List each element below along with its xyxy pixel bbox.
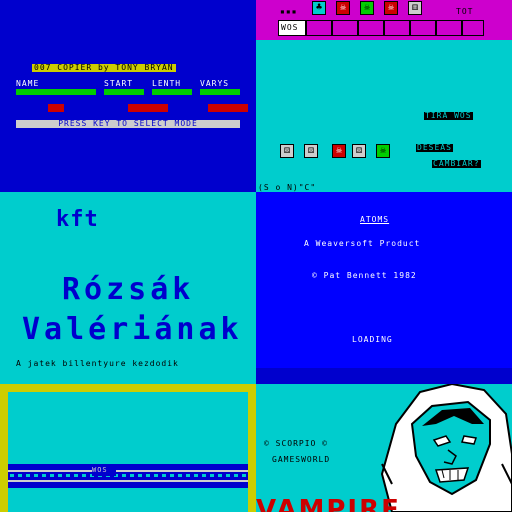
title-line-2: Valériának [22, 312, 243, 347]
red-marker [48, 104, 64, 112]
deseas-label: DESEAS [416, 143, 453, 152]
loader-screen: WOS [0, 384, 256, 512]
stripe-dot [178, 474, 182, 477]
stripe-dot [218, 474, 222, 477]
publisher-line: © SCORPIO © [264, 439, 328, 448]
score-cell [306, 20, 332, 36]
stripe-dot [66, 474, 70, 477]
select-mode-prompt[interactable]: PRESS KEY TO SELECT MODE [16, 120, 240, 128]
stripe-dot [10, 474, 14, 477]
red-marker [128, 104, 168, 112]
vampire-logo: VAMPIRE [256, 495, 401, 512]
stripe-dot [42, 474, 46, 477]
score-cell [358, 20, 384, 36]
skull-die-icon: ☠ [384, 1, 398, 15]
loader-inner [8, 392, 248, 512]
stripe-label: WOS [92, 466, 108, 474]
start-field-bar [104, 89, 144, 95]
score-cell [462, 20, 484, 36]
stripe-dot [130, 474, 134, 477]
stripe-dot [146, 474, 150, 477]
bottom-border-strip [256, 368, 512, 384]
five-die-icon[interactable]: ⚄ [304, 144, 318, 158]
five-die-icon[interactable]: ⚄ [280, 144, 294, 158]
answer-prompt[interactable]: (S o N)"C" [258, 184, 316, 192]
score-cell [384, 20, 410, 36]
copier-title: 007 COPIER by TONY BRYAN [32, 63, 176, 72]
skull-die-icon: ☠ [360, 1, 374, 15]
stripe-dot [74, 474, 78, 477]
varys-field-bar [200, 89, 240, 95]
name-field-bar [16, 89, 96, 95]
wos-row-label: WOS [278, 20, 306, 36]
stripe-dot [226, 474, 230, 477]
red-marker [208, 104, 248, 112]
score-cell [436, 20, 462, 36]
copier-screen: 007 COPIER by TONY BRYAN NAME START LENT… [0, 0, 256, 192]
atoms-loading-screen: ATOMS A Weaversoft Product © Pat Bennett… [256, 192, 512, 384]
cambiar-label: CAMBIAR? [432, 159, 481, 168]
kft-logo: kft [56, 207, 99, 232]
stripe-dot [138, 474, 142, 477]
score-header: ▪▪▪ ♣ ☠ ☠ ☠ ⚅ TOT WOS [256, 0, 512, 40]
header-varys: VARYS [200, 79, 230, 88]
stripe-dot [202, 474, 206, 477]
loading-stripe [8, 464, 248, 488]
stripe-dot [162, 474, 166, 477]
lenth-field-bar [152, 89, 192, 95]
stripe-dot [210, 474, 214, 477]
stripe-dot [82, 474, 86, 477]
stripe-dot [242, 474, 246, 477]
skull-die-icon[interactable]: ☠ [332, 144, 346, 158]
header-name: NAME [16, 79, 40, 88]
copyright-line: © Pat Bennett 1982 [312, 271, 417, 280]
tira-label: TIRA WOS [424, 111, 473, 120]
total-label: TOT [456, 7, 474, 16]
score-marker-label: ▪▪▪ [280, 7, 298, 16]
stripe-dot [26, 474, 30, 477]
stripe-dot [154, 474, 158, 477]
skull-die-icon: ☠ [336, 1, 350, 15]
stripe-dot [186, 474, 190, 477]
kft-title-screen: kft Rózsák Valériának A jatek billentyur… [0, 192, 256, 384]
stripe-dot [34, 474, 38, 477]
stripe-dot [50, 474, 54, 477]
stripe-dot [58, 474, 62, 477]
vampire-title-screen: © SCORPIO © GAMESWORLD VAMPIRE [256, 384, 512, 512]
score-cell [410, 20, 436, 36]
header-start: START [104, 79, 134, 88]
five-die-icon[interactable]: ⚄ [352, 144, 366, 158]
six-die-icon: ⚅ [408, 1, 422, 15]
stripe-dot [194, 474, 198, 477]
header-lenth: LENTH [152, 79, 182, 88]
club-die-icon: ♣ [312, 1, 326, 15]
vampire-portrait-icon [380, 384, 512, 512]
publisher-line: A Weaversoft Product [304, 239, 421, 248]
loading-status: LOADING [352, 335, 393, 344]
dice-game-screen: ▪▪▪ ♣ ☠ ☠ ☠ ⚅ TOT WOS TIRA WOS ⚄ ⚄ ☠ ⚄ ☠… [256, 0, 512, 192]
stripe-dot [234, 474, 238, 477]
publisher-name: GAMESWORLD [272, 455, 331, 464]
stripe-dot [170, 474, 174, 477]
score-cell [332, 20, 358, 36]
press-key-footer: A jatek billentyure kezdodik [16, 359, 179, 368]
atoms-title: ATOMS [360, 215, 390, 224]
title-line-1: Rózsák [62, 272, 195, 307]
skull-die-icon[interactable]: ☠ [376, 144, 390, 158]
stripe-dot [122, 474, 126, 477]
stripe-dot [18, 474, 22, 477]
